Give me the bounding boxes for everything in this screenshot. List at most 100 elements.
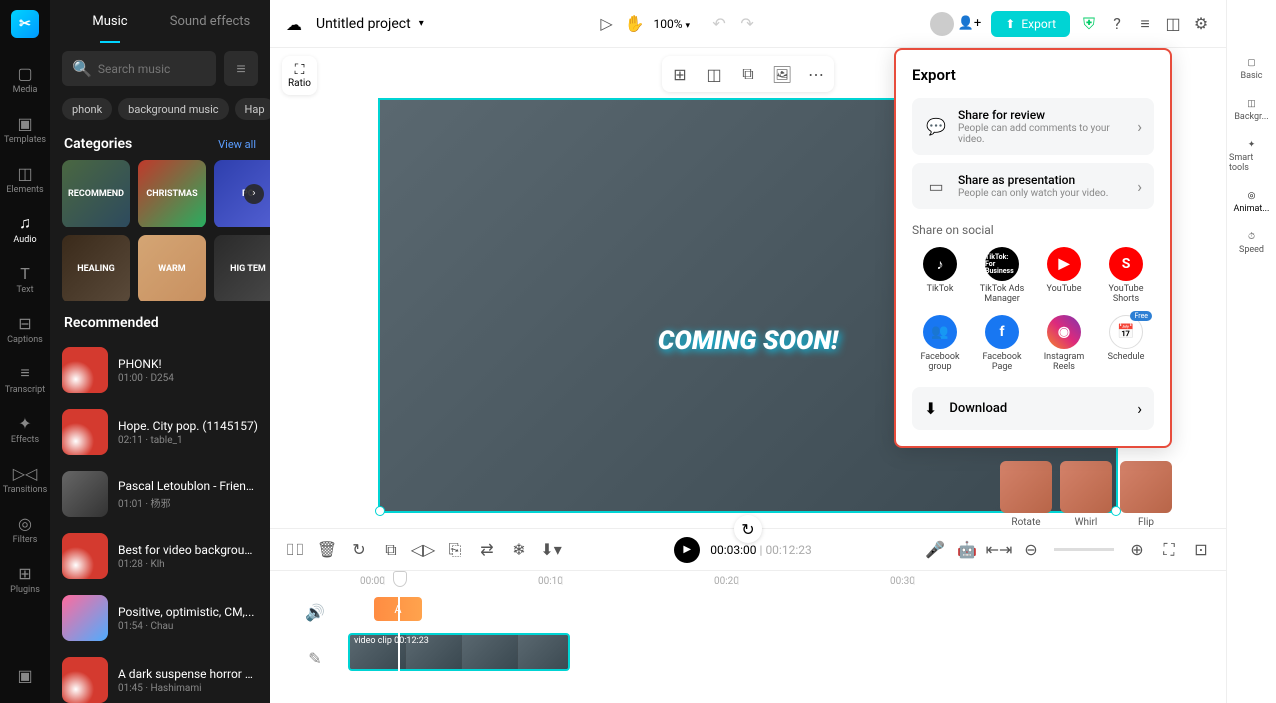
crop-icon[interactable]: ⧉ (382, 541, 400, 559)
nav-captions[interactable]: ⊟Captions (4, 305, 46, 353)
track-meta: 01:45 · Hashimami (118, 683, 258, 694)
add-user-icon[interactable]: 👤+ (958, 16, 982, 31)
mirror-icon[interactable]: ◁▷ (414, 541, 432, 559)
crop-tool-icon[interactable]: ⧉ (734, 60, 762, 88)
circle-plus-icon[interactable]: ⊕ (1128, 541, 1146, 559)
fit-icon[interactable]: ⛶ (1160, 541, 1178, 559)
reverse-icon[interactable]: ⇄ (478, 541, 496, 559)
freeze-icon[interactable]: ❄ (510, 541, 528, 559)
refresh-button[interactable]: ↻ (734, 515, 762, 543)
anim-whirl[interactable]: Whirl (1060, 461, 1112, 528)
search-filter-button[interactable]: ≡ (224, 51, 258, 86)
chip-happy[interactable]: Hap (235, 98, 270, 120)
chip-bg-music[interactable]: background music (118, 98, 228, 120)
nav-text[interactable]: TText (4, 255, 46, 303)
insp-basic[interactable]: ▢Basic (1238, 50, 1264, 89)
ai-icon[interactable]: 🤖 (958, 541, 976, 559)
track-item[interactable]: A dark suspense horror song with a...01:… (62, 649, 258, 703)
undo-button[interactable]: ↶ (710, 15, 728, 33)
ratio-button[interactable]: ⛶ Ratio (282, 56, 317, 95)
category-high-tempo[interactable]: HIG TEM (214, 235, 270, 301)
overlay-text[interactable]: COMING SOON! (658, 326, 838, 356)
download-button[interactable]: ⬇ Download › (912, 387, 1154, 430)
nav-audio[interactable]: ♫Audio (4, 205, 46, 253)
nav-templates[interactable]: ▣Templates (4, 105, 46, 153)
category-christmas[interactable]: CHRISTMAS (138, 160, 206, 226)
share-presentation-button[interactable]: ▭ Share as presentation People can only … (912, 163, 1154, 209)
nav-effects[interactable]: ✦Effects (4, 405, 46, 453)
track-item[interactable]: Pascal Letoublon - Friendships...01:01 ·… (62, 463, 258, 525)
menu-icon[interactable]: ≡ (1136, 15, 1154, 33)
collab-avatars[interactable]: 👤+ (930, 12, 982, 36)
split-icon[interactable]: ⌷⌷ (286, 541, 304, 559)
template-tool-icon[interactable]: ◫ (700, 60, 728, 88)
resize-handle[interactable] (375, 506, 385, 516)
play-button[interactable]: ▶ (674, 537, 700, 563)
nav-elements[interactable]: ◫Elements (4, 155, 46, 203)
shield-icon[interactable]: ⛨ (1080, 15, 1098, 33)
anim-rotate[interactable]: Rotate (1000, 461, 1052, 528)
nav-filters[interactable]: ◎Filters (4, 505, 46, 553)
chip-phonk[interactable]: phonk (62, 98, 112, 120)
arrow-icon[interactable]: ⇤⇥ (990, 541, 1008, 559)
mic-icon[interactable]: 🎤 (926, 541, 944, 559)
tab-music[interactable]: Music (60, 0, 160, 43)
layout-icon[interactable]: ◫ (1164, 15, 1182, 33)
zoom-level[interactable]: 100% ▾ (653, 17, 690, 31)
social-fb-page[interactable]: fFacebook Page (974, 315, 1030, 373)
export-button[interactable]: ⬆Export (991, 11, 1070, 37)
social-youtube-shorts[interactable]: SYouTube Shorts (1098, 247, 1154, 305)
cursor-tool[interactable]: ▷ (597, 15, 615, 33)
category-recommend[interactable]: RECOMMEND (62, 160, 130, 226)
view-all-link[interactable]: View all (218, 138, 256, 151)
hand-tool[interactable]: ✋ (625, 15, 643, 33)
track-item[interactable]: Hope. City pop. (1145157)02:11 · table_1 (62, 401, 258, 463)
nav-transcript[interactable]: ≡Transcript (4, 355, 46, 403)
nav-plugins[interactable]: ⊞Plugins (4, 555, 46, 603)
social-tiktok[interactable]: ♪TikTok (912, 247, 968, 305)
category-warm[interactable]: WARM (138, 235, 206, 301)
image-tool-icon[interactable]: 🖼 (768, 60, 796, 88)
track-item[interactable]: Best for video background music...01:28 … (62, 525, 258, 587)
track-item[interactable]: Positive, optimistic, CM,...01:54 · Chau (62, 587, 258, 649)
category-healing[interactable]: HEALING (62, 235, 130, 301)
nav-transitions[interactable]: ▷◁Transitions (4, 455, 46, 503)
timeline-ruler[interactable]: 00:00 00:10 00:20 00:30 (270, 571, 1226, 591)
track-mute-icon[interactable]: 🔊 (300, 603, 330, 622)
social-schedule[interactable]: Free📅Schedule (1098, 315, 1154, 373)
media-tool-icon[interactable]: ⊞ (666, 60, 694, 88)
circle-minus-icon[interactable]: ⊖ (1022, 541, 1040, 559)
fullscreen-icon[interactable]: ⊡ (1192, 541, 1210, 559)
nav-more[interactable]: ▣ (4, 657, 46, 693)
social-fb-group[interactable]: 👥Facebook group (912, 315, 968, 373)
social-instagram[interactable]: ◉Instagram Reels (1036, 315, 1092, 373)
insp-speed[interactable]: ⏱Speed (1237, 224, 1266, 263)
insp-smart-tools[interactable]: ✦Smart tools (1227, 132, 1276, 181)
zoom-slider[interactable] (1054, 548, 1114, 551)
track-item[interactable]: PHONK!01:00 · D254 (62, 339, 258, 401)
playhead[interactable] (398, 576, 400, 684)
more-tools-icon[interactable]: ⋯ (802, 60, 830, 88)
insp-animation[interactable]: ◎Animat... (1232, 183, 1272, 222)
project-title[interactable]: Untitled project▾ (316, 16, 424, 32)
download-icon[interactable]: ⬇▾ (542, 541, 560, 559)
copy-icon[interactable]: ⎘ (446, 541, 464, 559)
social-tiktok-ads[interactable]: TikTok:For BusinessTikTok Ads Manager (974, 247, 1030, 305)
anim-flip[interactable]: Flip (1120, 461, 1172, 528)
social-youtube[interactable]: ▶YouTube (1036, 247, 1092, 305)
search-input[interactable] (98, 62, 206, 76)
tab-sfx[interactable]: Sound effects (160, 0, 260, 43)
insp-background[interactable]: ◫Backgr... (1232, 91, 1270, 130)
category-scroll-right[interactable]: › (244, 184, 264, 204)
nav-media[interactable]: ▢Media (4, 55, 46, 103)
track-edit-icon[interactable]: ✎ (300, 649, 330, 668)
video-clip[interactable]: video clip 00:12:23 (348, 633, 570, 671)
app-logo[interactable]: ✂ (11, 10, 39, 38)
share-for-review-button[interactable]: 💬 Share for review People can add commen… (912, 98, 1154, 155)
delete-icon[interactable]: 🗑 (318, 541, 336, 559)
settings-icon[interactable]: ⚙ (1192, 15, 1210, 33)
redo-button[interactable]: ↷ (738, 15, 756, 33)
help-icon[interactable]: ? (1108, 15, 1126, 33)
search-box[interactable]: 🔍 (62, 51, 216, 86)
rotate-icon[interactable]: ↻ (350, 541, 368, 559)
